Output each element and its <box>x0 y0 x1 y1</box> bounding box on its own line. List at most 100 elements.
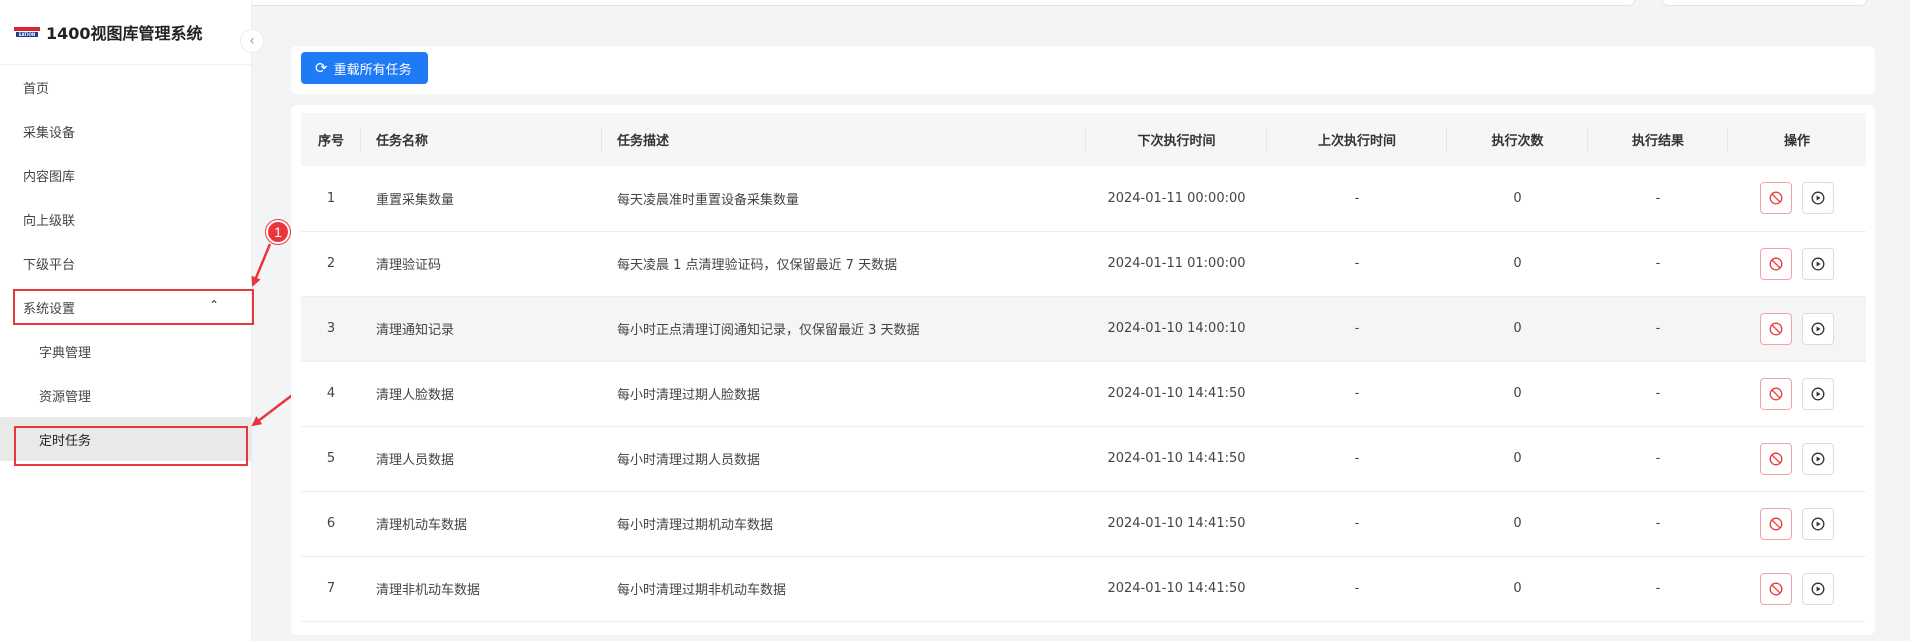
disable-task-button[interactable] <box>1760 377 1792 410</box>
column-header-result: 执行结果 <box>1588 113 1728 166</box>
sidebar-item-label: 采集设备 <box>23 125 76 141</box>
disable-task-button[interactable] <box>1760 182 1792 215</box>
table-row: 4 清理人脸数据 每小时清理过期人脸数据 2024-01-10 14:41:50… <box>301 361 1866 427</box>
disable-task-button[interactable] <box>1760 442 1792 475</box>
cell-index: 1 <box>301 166 361 232</box>
sidebar-item-home[interactable]: 首页 <box>0 65 251 109</box>
column-header-description: 任务描述 <box>602 113 1086 166</box>
sidebar-item-upstream[interactable]: 向上级联 <box>0 197 251 241</box>
play-icon <box>1811 322 1825 335</box>
cell-task-description: 每小时清理过期人员数据 <box>602 426 1086 492</box>
ban-icon <box>1769 452 1783 465</box>
cell-actions <box>1728 491 1866 557</box>
cell-last-run: - <box>1267 491 1447 557</box>
sidebar-item-label: 下级平台 <box>23 257 76 273</box>
sidebar-item-resources[interactable]: 资源管理 <box>0 373 251 417</box>
cell-index: 5 <box>301 426 361 492</box>
cell-index: 3 <box>301 296 361 362</box>
cell-last-run: - <box>1267 556 1447 622</box>
run-task-button[interactable] <box>1802 507 1834 540</box>
run-task-button[interactable] <box>1802 182 1834 215</box>
cell-task-description: 每小时正点清理订阅通知记录，仅保留最近 3 天数据 <box>602 296 1086 362</box>
disable-task-button[interactable] <box>1760 572 1792 605</box>
cell-task-description: 每小时清理过期人脸数据 <box>602 361 1086 427</box>
cell-last-run: - <box>1267 231 1447 297</box>
cell-index: 6 <box>301 491 361 557</box>
cell-next-run: 2024-01-11 01:00:00 <box>1086 231 1267 297</box>
cell-next-run: 2024-01-10 14:41:50 <box>1086 556 1267 622</box>
cell-index: 7 <box>301 556 361 622</box>
cell-last-run: - <box>1267 361 1447 427</box>
cell-index: 4 <box>301 361 361 427</box>
cell-actions <box>1728 296 1866 362</box>
sidebar-item-subplatform[interactable]: 下级平台 <box>0 241 251 285</box>
cell-actions <box>1728 556 1866 622</box>
sidebar-item-label: 定时任务 <box>39 433 92 449</box>
column-header-name: 任务名称 <box>361 113 602 166</box>
reload-all-tasks-label: 重载所有任务 <box>333 61 412 77</box>
cell-task-description: 每天凌晨准时重置设备采集数量 <box>602 166 1086 232</box>
cell-result: - <box>1588 166 1728 232</box>
run-task-button[interactable] <box>1802 442 1834 475</box>
cell-actions <box>1728 166 1866 232</box>
brand: EATION 1400视图库管理系统 <box>0 0 251 65</box>
cell-next-run: 2024-01-11 00:00:00 <box>1086 166 1267 232</box>
cell-next-run: 2024-01-10 14:00:10 <box>1086 296 1267 362</box>
column-header-run-count: 执行次数 <box>1447 113 1588 166</box>
run-task-button[interactable] <box>1802 247 1834 280</box>
reload-all-tasks-button[interactable]: ⟳ 重载所有任务 <box>301 52 428 84</box>
cell-next-run: 2024-01-10 14:41:50 <box>1086 426 1267 492</box>
table-row: 7 清理非机动车数据 每小时清理过期非机动车数据 2024-01-10 14:4… <box>301 556 1866 622</box>
cell-result: - <box>1588 296 1728 362</box>
cell-last-run: - <box>1267 166 1447 232</box>
sidebar-item-scheduled-tasks[interactable]: 定时任务 <box>0 417 251 461</box>
top-search-input[interactable] <box>190 0 1635 6</box>
ban-icon <box>1769 191 1783 205</box>
sidebar-item-gallery[interactable]: 内容图库 <box>0 153 251 197</box>
disable-task-button[interactable] <box>1760 312 1792 345</box>
sidebar-menu: 首页 采集设备 内容图库 向上级联 下级平台 系统设置 ⌃ 字典管理 资源管理 … <box>0 65 251 461</box>
collapse-sidebar-button[interactable]: ‹ <box>240 29 264 53</box>
cell-result: - <box>1588 231 1728 297</box>
table-row: 1 重置采集数量 每天凌晨准时重置设备采集数量 2024-01-11 00:00… <box>301 166 1866 232</box>
task-table: 序号 任务名称 任务描述 下次执行时间 上次执行时间 执行次数 执行结果 操作 … <box>301 113 1866 622</box>
cell-run-count: 0 <box>1447 231 1588 297</box>
cell-last-run: - <box>1267 296 1447 362</box>
sidebar-item-label: 首页 <box>23 81 50 97</box>
cell-task-name: 清理人员数据 <box>361 426 602 492</box>
ban-icon <box>1769 582 1783 595</box>
disable-task-button[interactable] <box>1760 247 1792 280</box>
ban-icon <box>1769 517 1783 530</box>
app-logo: EATION <box>14 26 40 38</box>
sidebar-item-system-settings[interactable]: 系统设置 ⌃ <box>0 285 251 329</box>
refresh-icon: ⟳ <box>315 60 328 77</box>
play-icon <box>1811 387 1825 400</box>
run-task-button[interactable] <box>1802 312 1834 345</box>
cell-run-count: 0 <box>1447 296 1588 362</box>
sidebar-item-label: 系统设置 <box>23 301 76 317</box>
cell-result: - <box>1588 491 1728 557</box>
run-task-button[interactable] <box>1802 572 1834 605</box>
play-icon <box>1811 517 1825 530</box>
sidebar-item-label: 字典管理 <box>39 345 92 361</box>
top-right-control[interactable] <box>1662 0 1867 6</box>
sidebar-item-dictionary[interactable]: 字典管理 <box>0 329 251 373</box>
cell-task-name: 重置采集数量 <box>361 166 602 232</box>
run-task-button[interactable] <box>1802 377 1834 410</box>
sidebar-item-devices[interactable]: 采集设备 <box>0 109 251 153</box>
annotation-badge-1: 1 <box>266 220 290 244</box>
table-row: 3 清理通知记录 每小时正点清理订阅通知记录，仅保留最近 3 天数据 2024-… <box>301 296 1866 362</box>
cell-result: - <box>1588 361 1728 427</box>
cell-result: - <box>1588 556 1728 622</box>
annotation-arrow-2 <box>251 392 296 427</box>
sidebar-item-label: 内容图库 <box>23 169 76 185</box>
play-icon <box>1811 452 1825 465</box>
cell-run-count: 0 <box>1447 361 1588 427</box>
chevron-left-icon: ‹ <box>249 33 255 49</box>
column-header-last-run: 上次执行时间 <box>1267 113 1447 166</box>
cell-last-run: - <box>1267 426 1447 492</box>
cell-next-run: 2024-01-10 14:41:50 <box>1086 361 1267 427</box>
ban-icon <box>1769 257 1783 270</box>
disable-task-button[interactable] <box>1760 507 1792 540</box>
cell-task-name: 清理通知记录 <box>361 296 602 362</box>
